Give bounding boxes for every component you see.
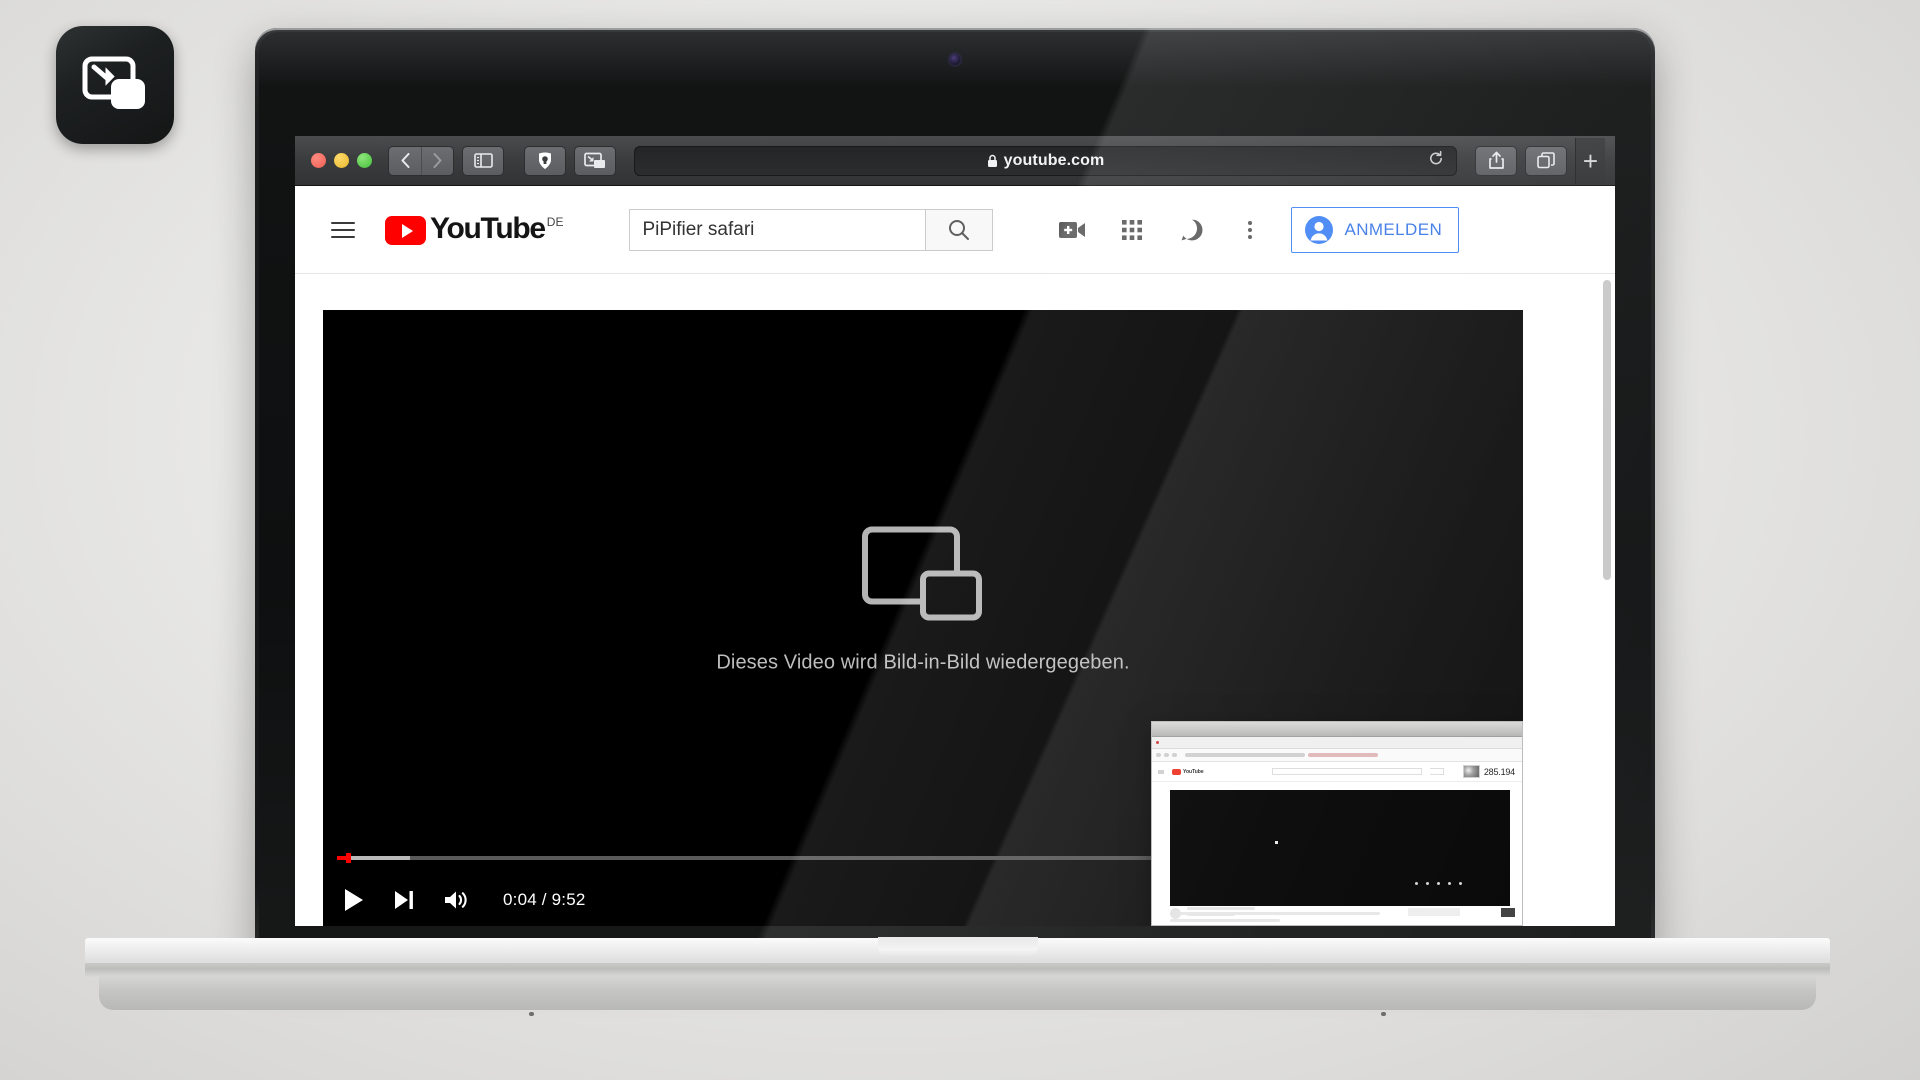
pipw-action-dots xyxy=(1415,882,1462,885)
lock-icon xyxy=(987,154,997,167)
pipw-view-counter: 285.194 xyxy=(1459,764,1518,779)
minimize-window-button[interactable] xyxy=(334,153,349,168)
pipw-channel-avatar xyxy=(1170,907,1181,919)
pipw-titlebar[interactable] xyxy=(1152,722,1522,737)
sign-in-button[interactable]: ANMELDEN xyxy=(1291,206,1460,253)
watch-page-body: Dieses Video wird Bild-in-Bild wiedergeg… xyxy=(295,274,1615,926)
picture-in-picture-button[interactable] xyxy=(1501,908,1515,917)
pipw-view-count: 285.194 xyxy=(1483,766,1515,777)
progress-played xyxy=(337,856,347,860)
zoom-window-button[interactable] xyxy=(357,153,372,168)
youtube-country-code: DE xyxy=(546,215,564,229)
time-display: 0:04 / 9:52 xyxy=(503,890,586,909)
back-button[interactable] xyxy=(389,147,421,175)
pipw-video-surface[interactable] xyxy=(1170,790,1510,906)
pipw-search-input[interactable] xyxy=(1271,768,1422,775)
sidebar-icon[interactable] xyxy=(462,145,504,176)
base-mid-edge xyxy=(85,963,1830,977)
safari-toolbar: youtube.com + xyxy=(295,136,1615,186)
play-icon[interactable] xyxy=(343,888,365,912)
base-foot-left xyxy=(529,1012,534,1016)
pipw-urlbar xyxy=(1152,749,1522,762)
navigation-buttons[interactable] xyxy=(388,145,454,176)
search-input[interactable] xyxy=(629,208,926,251)
volume-icon[interactable] xyxy=(443,889,469,911)
pipw-tabbar xyxy=(1152,737,1522,749)
youtube-logo[interactable]: YouTube DE xyxy=(385,214,563,245)
screen-content: youtube.com + YouTube DE PiPifier safari… xyxy=(295,136,1615,926)
youtube-header: YouTube DE PiPifier safari ANMELDEN xyxy=(295,186,1615,274)
hamburger-menu-icon[interactable] xyxy=(323,216,363,244)
close-window-button[interactable] xyxy=(311,153,326,168)
base-top-edge xyxy=(85,937,1830,964)
pipw-logo-text: YouTube xyxy=(1183,768,1204,775)
search-button[interactable] xyxy=(925,208,994,251)
video-player[interactable]: Dieses Video wird Bild-in-Bild wiedergeg… xyxy=(323,310,1523,926)
share-icon[interactable] xyxy=(1475,145,1517,176)
url-text-group: youtube.com xyxy=(987,152,1105,170)
create-video-icon[interactable] xyxy=(1057,215,1087,245)
base-foot-right xyxy=(1381,1012,1386,1016)
search-icon xyxy=(949,219,970,240)
reload-icon[interactable] xyxy=(1428,150,1444,171)
header-icon-group xyxy=(1057,215,1263,245)
control-button-row: 0:04 / 9:52 xyxy=(343,888,586,912)
base-notch xyxy=(877,937,1038,958)
account-avatar-icon xyxy=(1305,215,1334,244)
picture-in-picture-icon xyxy=(862,526,982,621)
macbook-mockup: youtube.com + YouTube DE PiPifier safari… xyxy=(85,28,1830,1018)
pipw-subscribe-button[interactable] xyxy=(1408,908,1460,916)
pipw-youtube-header: YouTube 285.194 xyxy=(1152,762,1522,782)
pipw-channel-row xyxy=(1170,907,1255,919)
forward-button[interactable] xyxy=(421,146,453,175)
url-host: youtube.com xyxy=(1003,151,1105,169)
picture-in-picture-window[interactable]: YouTube 285.194 xyxy=(1151,721,1523,926)
pipifier-glyph-icon xyxy=(82,56,145,109)
pipw-search-button[interactable] xyxy=(1429,768,1444,775)
page-scrollbar[interactable] xyxy=(1603,280,1611,580)
privacy-shield-icon[interactable] xyxy=(524,145,566,176)
search-form xyxy=(629,208,994,251)
laptop-base xyxy=(85,937,1830,1016)
webcam-icon xyxy=(949,54,961,65)
new-tab-button[interactable]: + xyxy=(1575,137,1605,184)
pipifier-app-icon xyxy=(56,26,174,144)
progress-handle[interactable] xyxy=(346,853,352,863)
laptop-lid: youtube.com + YouTube DE PiPifier safari… xyxy=(255,28,1655,958)
pip-placeholder: Dieses Video wird Bild-in-Bild wiedergeg… xyxy=(323,525,1523,674)
base-bottom-edge xyxy=(99,976,1816,1016)
window-traffic-lights[interactable] xyxy=(305,153,380,168)
pip-message-text: Dieses Video wird Bild-in-Bild wiedergeg… xyxy=(716,651,1130,674)
messages-icon[interactable] xyxy=(1177,215,1207,245)
pipw-youtube-logo: YouTube xyxy=(1172,768,1204,775)
youtube-wordmark: YouTube xyxy=(430,212,546,245)
next-video-icon[interactable] xyxy=(393,889,415,911)
tab-overview-icon[interactable] xyxy=(1525,145,1567,176)
sign-in-label: ANMELDEN xyxy=(1344,219,1443,239)
pipw-channel-lines xyxy=(1187,907,1255,919)
pipifier-toolbar-icon[interactable] xyxy=(574,145,616,176)
channel-thumbnail xyxy=(1462,765,1480,778)
apps-grid-icon[interactable] xyxy=(1117,215,1147,245)
pipw-cursor xyxy=(1275,841,1279,845)
address-bar[interactable]: youtube.com xyxy=(634,145,1457,176)
more-options-icon[interactable] xyxy=(1237,220,1263,239)
youtube-play-badge-icon xyxy=(385,216,426,245)
